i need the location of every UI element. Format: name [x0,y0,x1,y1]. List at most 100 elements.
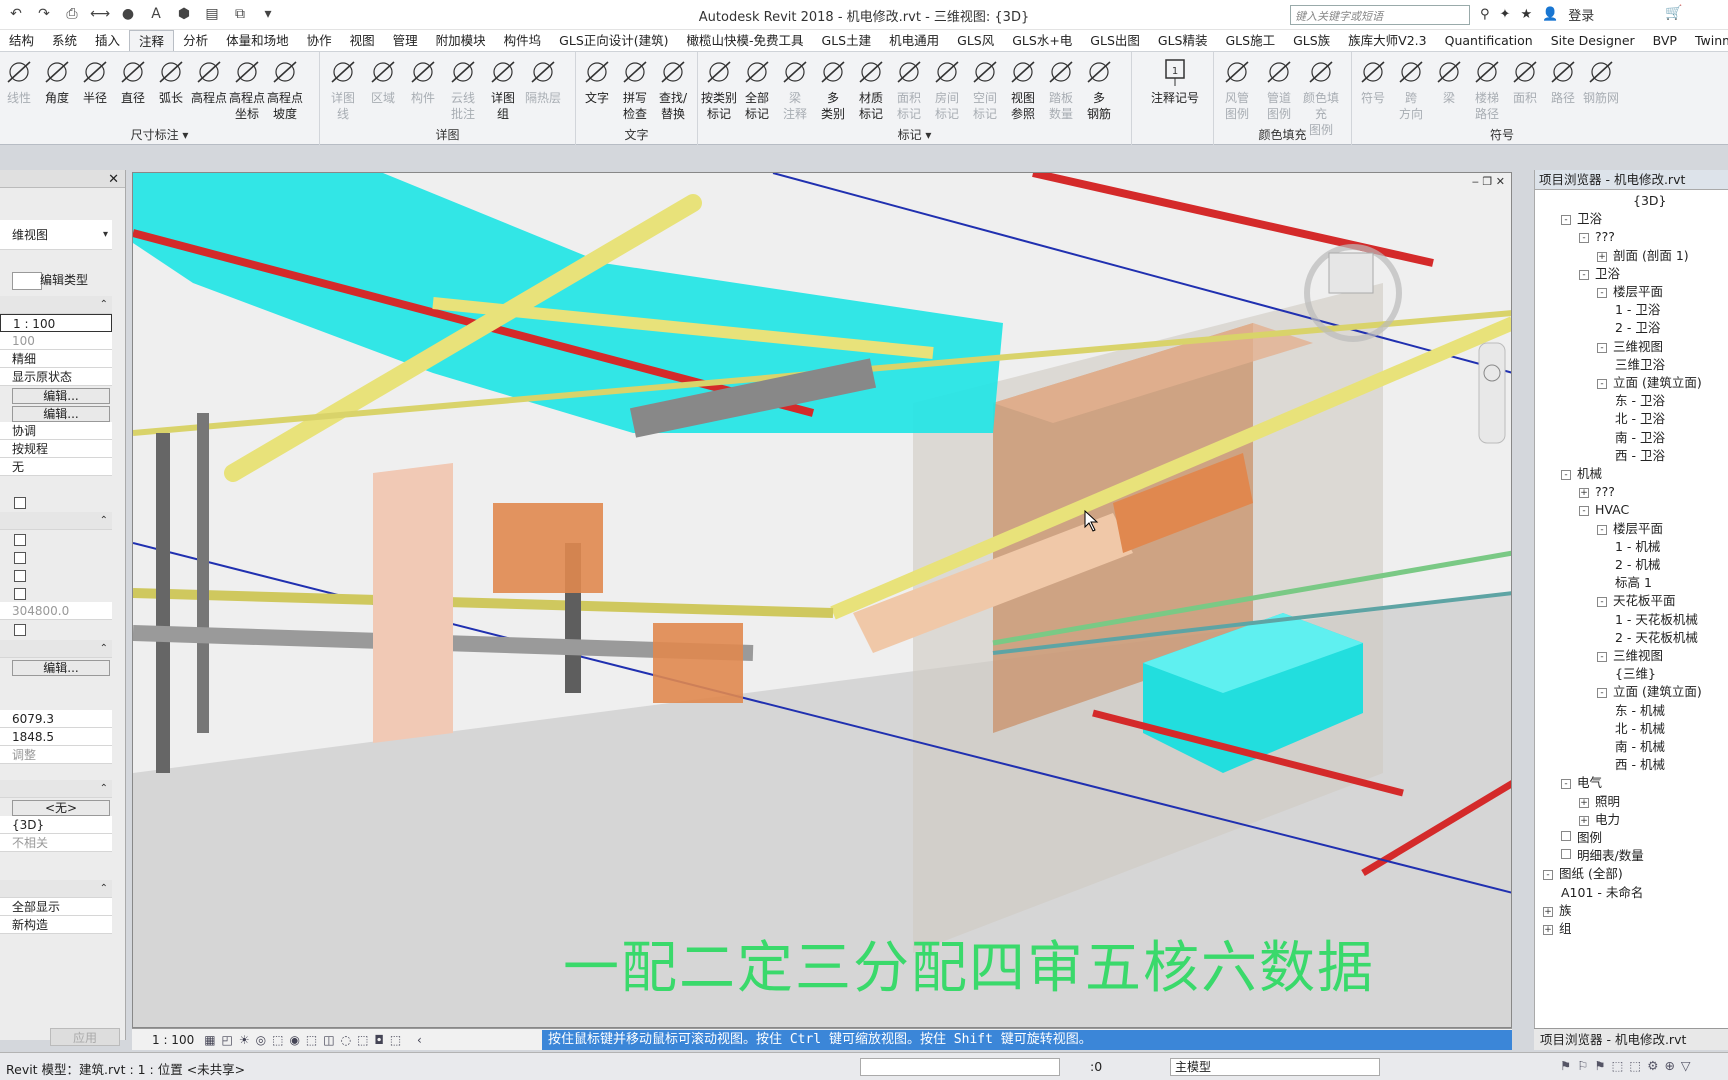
browser-node[interactable]: 1 - 天花板机械 [1615,611,1698,629]
tab-10[interactable]: 构件坞 [495,30,551,51]
tab-9[interactable]: 附加模块 [427,30,495,51]
browser-node[interactable]: - 三维视图 [1597,647,1663,665]
tab-8[interactable]: 管理 [384,30,427,51]
visibility-edit-button[interactable]: 编辑... [12,388,110,404]
collapse-icon[interactable]: - [1597,379,1607,389]
collapse-icon[interactable]: - [1597,288,1607,298]
detail_buttons-button-4[interactable]: 详图 组 [484,56,522,122]
dimension_buttons-button-0[interactable]: 线性 [0,56,38,106]
tab-7[interactable]: 视图 [341,30,384,51]
tag_buttons-button-1[interactable]: 全部 标记 [738,56,776,122]
color-scheme[interactable]: 按规程 [0,440,112,458]
collapse-icon[interactable]: - [1543,870,1553,881]
browser-node[interactable]: 东 - 卫浴 [1615,392,1665,410]
tab-20[interactable]: GLS族 [1284,30,1339,51]
browser-node[interactable]: 北 - 卫浴 [1615,410,1665,428]
detail-level[interactable]: 精细 [0,350,112,368]
browser-node[interactable]: {3D} [1633,192,1666,210]
tab-12[interactable]: 橄榄山快模-免费工具 [678,30,813,51]
3d-viewport[interactable]: 一配二定三分配四审五核六数据 ‒ ❐ ✕ [132,172,1512,1028]
tab-6[interactable]: 协作 [298,30,341,51]
graphics-edit-button[interactable]: 编辑... [12,406,110,422]
browser-node[interactable]: 2 - 机械 [1615,556,1660,574]
dimension_buttons-button-6[interactable]: 高程点 坐标 [228,56,266,122]
checkbox[interactable] [14,534,26,546]
type-selector[interactable]: 维视图 ▾ [0,220,112,250]
dimension_buttons-button-1[interactable]: 角度 [38,56,76,106]
tag_buttons-button-4[interactable]: 材质 标记 [852,56,890,122]
expand-icon[interactable]: + [1543,906,1553,917]
target-elevation[interactable]: 1848.5 [0,728,112,746]
browser-node[interactable]: - 天花板平面 [1597,592,1676,610]
tab-3[interactable]: 注释 [129,30,175,51]
discipline[interactable]: 协调 [0,422,112,440]
tab-17[interactable]: GLS出图 [1081,30,1149,51]
text_buttons-button-2[interactable]: 查找/ 替换 [654,56,692,122]
design-option-field[interactable]: 主模型 [1170,1058,1380,1076]
checkbox[interactable] [14,624,26,636]
tab-21[interactable]: 族库大师V2.3 [1339,30,1435,51]
tab-18[interactable]: GLS精装 [1149,30,1217,51]
symbol_buttons-button-2[interactable]: 梁 [1430,56,1468,106]
view-template-button[interactable]: <无> [12,800,110,816]
browser-node[interactable]: 2 - 卫浴 [1615,319,1660,337]
tab-2[interactable]: 插入 [86,30,129,51]
viewport-window-controls[interactable]: ‒ ❐ ✕ [1472,175,1505,188]
cart-icon[interactable]: 🛒 [1665,5,1682,21]
view-cube[interactable] [1328,252,1374,294]
tag_buttons-button-9[interactable]: 踏板 数量 [1042,56,1080,122]
browser-node[interactable]: 2 - 天花板机械 [1615,629,1698,647]
dimension_buttons-button-7[interactable]: 高程点 坡度 [266,56,304,122]
tab-1[interactable]: 系统 [43,30,86,51]
browser-node[interactable]: - 电气 [1561,774,1602,792]
login-link[interactable]: 登录 [1568,5,1594,24]
dimension_buttons-button-5[interactable]: 高程点 [190,56,228,106]
tag_buttons-button-5[interactable]: 面积 标记 [890,56,928,122]
user-icon[interactable]: 👤 [1542,7,1558,22]
tab-13[interactable]: GLS土建 [813,30,881,51]
browser-node[interactable]: - 机械 [1561,465,1602,483]
tab-22[interactable]: Quantification [1436,30,1542,51]
edit-type-button[interactable]: 编辑类型 [40,268,88,292]
browser-node[interactable]: - 楼层平面 [1597,520,1663,538]
view-scale-field[interactable]: 1 : 100 [0,314,112,332]
tag_buttons-button-6[interactable]: 房间 标记 [928,56,966,122]
browser-node[interactable]: {三维} [1615,665,1656,683]
browser-node[interactable]: + 照明 [1579,793,1620,811]
tab-23[interactable]: Site Designer [1542,30,1644,51]
binoculars-icon[interactable]: ⚲ [1480,7,1490,22]
checkbox[interactable] [14,497,26,509]
checkbox[interactable] [14,552,26,564]
view-scale-control[interactable]: 1 : 100 [132,1033,204,1047]
far-clip-offset[interactable]: 304800.0 [0,602,112,620]
browser-node[interactable]: - 立面 (建筑立面) [1597,374,1702,392]
workset-field[interactable] [860,1058,1060,1076]
browser-node[interactable]: 标高 1 [1615,574,1652,592]
checkbox[interactable] [14,588,26,600]
checkbox[interactable] [14,570,26,582]
eye-elevation[interactable]: 6079.3 [0,710,112,728]
tab-25[interactable]: Twinmotion [1686,30,1728,51]
fill_buttons-button-2[interactable]: 颜色填充 图例 [1302,56,1340,138]
browser-node[interactable]: + 族 [1543,902,1572,920]
browser-node[interactable]: - 图纸 (全部) [1543,865,1623,883]
detail_buttons-button-3[interactable]: 云线 批注 [444,56,482,122]
satellite-icon[interactable]: ✦ [1500,7,1511,22]
browser-node[interactable]: + 剖面 (剖面 1) [1597,247,1689,265]
text_buttons-button-1[interactable]: 拼写 检查 [616,56,654,122]
expand-icon[interactable]: + [1543,925,1553,935]
tab-24[interactable]: BVP [1644,30,1686,51]
expand-icon[interactable]: + [1579,488,1589,499]
star-icon[interactable]: ★ [1520,7,1532,22]
tag_buttons-button-10[interactable]: 多 钢筋 [1080,56,1118,122]
help-search-input[interactable]: 键入关键字或短语 [1290,5,1470,25]
dimension_buttons-button-2[interactable]: 半径 [76,56,114,106]
keynote-button[interactable]: 1 注释记号 [1150,56,1200,106]
text_buttons-button-0[interactable]: 文字 [578,56,616,106]
browser-node[interactable]: 南 - 卫浴 [1615,429,1665,447]
collapse-icon[interactable]: - [1597,652,1607,662]
project-browser-tab[interactable]: 项目浏览器 - 机电修改.rvt [1534,1028,1728,1050]
collapse-icon[interactable]: - [1579,506,1589,517]
browser-node[interactable]: 北 - 机械 [1615,720,1665,738]
collapse-icon[interactable]: - [1579,269,1589,280]
